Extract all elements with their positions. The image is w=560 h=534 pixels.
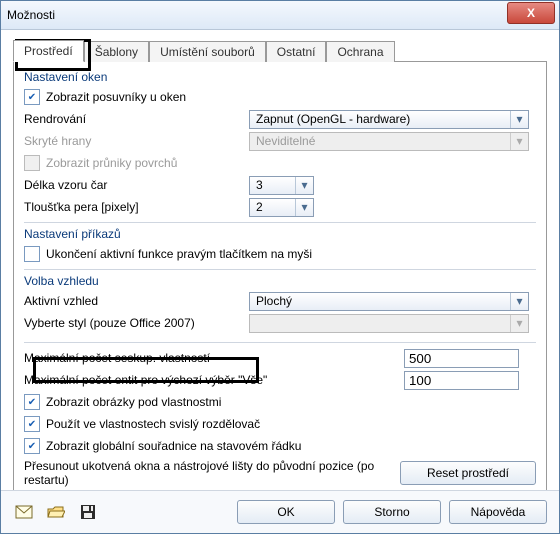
label-images-under-props: Zobrazit obrázky pod vlastnostmi: [46, 395, 221, 409]
combo-pen-width-value: 2: [250, 200, 295, 214]
checkbox-vertical-splitter[interactable]: ✔: [24, 416, 40, 432]
label-rendering: Rendrování: [24, 112, 249, 126]
tab-environment[interactable]: Prostředí: [13, 40, 84, 62]
group-windows-title: Nastavení oken: [24, 70, 536, 84]
checkbox-global-coords[interactable]: ✔: [24, 438, 40, 454]
label-max-entities: Maximální počet entit pro výchozí výběr …: [24, 373, 404, 387]
tab-file-locations[interactable]: Umístění souborů: [149, 41, 266, 62]
chevron-down-icon: ▾: [295, 199, 313, 216]
reset-environment-button[interactable]: Reset prostředí: [400, 461, 536, 485]
titlebar: Možnosti X: [1, 1, 559, 30]
group-commands-title: Nastavení příkazů: [24, 227, 536, 241]
label-active-look: Aktivní vzhled: [24, 294, 249, 308]
tab-other[interactable]: Ostatní: [266, 41, 327, 62]
combo-rendering-value: Zapnut (OpenGL - hardware): [250, 112, 510, 126]
combo-active-look-value: Plochý: [250, 294, 510, 308]
bottom-bar: OK Storno Nápověda: [1, 490, 559, 533]
combo-pen-width[interactable]: 2 ▾: [249, 198, 314, 217]
label-pattern-length: Délka vzoru čar: [24, 178, 249, 192]
ok-button[interactable]: OK: [237, 500, 335, 524]
label-vertical-splitter: Použít ve vlastnostech svislý rozdělovač: [46, 417, 260, 431]
chevron-down-icon: ▾: [295, 177, 313, 194]
label-max-group: Maximální počet seskup. vlastností: [24, 351, 404, 365]
close-icon: X: [527, 6, 535, 20]
label-pen-width: Tloušťka pera [pixely]: [24, 200, 249, 214]
checkbox-intersections: [24, 155, 40, 171]
folder-open-icon[interactable]: [45, 502, 67, 522]
tab-strip: Prostředí Šablony Umístění souborů Ostat…: [13, 38, 547, 62]
combo-rendering[interactable]: Zapnut (OpenGL - hardware) ▾: [249, 110, 529, 129]
help-button[interactable]: Nápověda: [449, 500, 547, 524]
label-office-style: Vyberte styl (pouze Office 2007): [24, 316, 249, 330]
close-button[interactable]: X: [507, 2, 555, 24]
label-intersections: Zobrazit průniky povrchů: [46, 156, 536, 170]
cancel-button[interactable]: Storno: [343, 500, 441, 524]
checkbox-images-under-props[interactable]: ✔: [24, 394, 40, 410]
combo-pattern-length-value: 3: [250, 178, 295, 192]
combo-pattern-length[interactable]: 3 ▾: [249, 176, 314, 195]
mail-icon[interactable]: [13, 502, 35, 522]
label-reset-desc: Přesunout ukotvená okna a nástrojové liš…: [24, 459, 400, 487]
label-rmb-end: Ukončení aktivní funkce pravým tlačítkem…: [46, 247, 312, 261]
chevron-down-icon: ▾: [510, 111, 528, 128]
group-look-title: Volba vzhledu: [24, 274, 536, 288]
tab-protection[interactable]: Ochrana: [326, 41, 394, 62]
label-hidden-edges: Skryté hrany: [24, 134, 249, 148]
chevron-down-icon: ▾: [510, 293, 528, 310]
checkbox-rmb-end[interactable]: [24, 246, 40, 262]
combo-office-style: ▾: [249, 314, 529, 333]
input-max-group[interactable]: [404, 349, 519, 368]
checkbox-show-sliders[interactable]: ✔: [24, 89, 40, 105]
chevron-down-icon: ▾: [510, 315, 528, 332]
combo-active-look[interactable]: Plochý ▾: [249, 292, 529, 311]
tab-panel: Nastavení oken ✔ Zobrazit posuvníky u ok…: [13, 61, 547, 531]
window-title: Možnosti: [7, 8, 55, 22]
combo-hidden-edges: Neviditelné ▾: [249, 132, 529, 151]
input-max-entities[interactable]: [404, 371, 519, 390]
save-icon[interactable]: [77, 502, 99, 522]
combo-hidden-edges-value: Neviditelné: [250, 134, 510, 148]
label-global-coords: Zobrazit globální souřadnice na stavovém…: [46, 439, 301, 453]
tab-templates[interactable]: Šablony: [84, 41, 149, 62]
options-dialog: Možnosti X Prostředí Šablony Umístění so…: [0, 0, 560, 534]
label-show-sliders: Zobrazit posuvníky u oken: [46, 90, 186, 104]
chevron-down-icon: ▾: [510, 133, 528, 150]
